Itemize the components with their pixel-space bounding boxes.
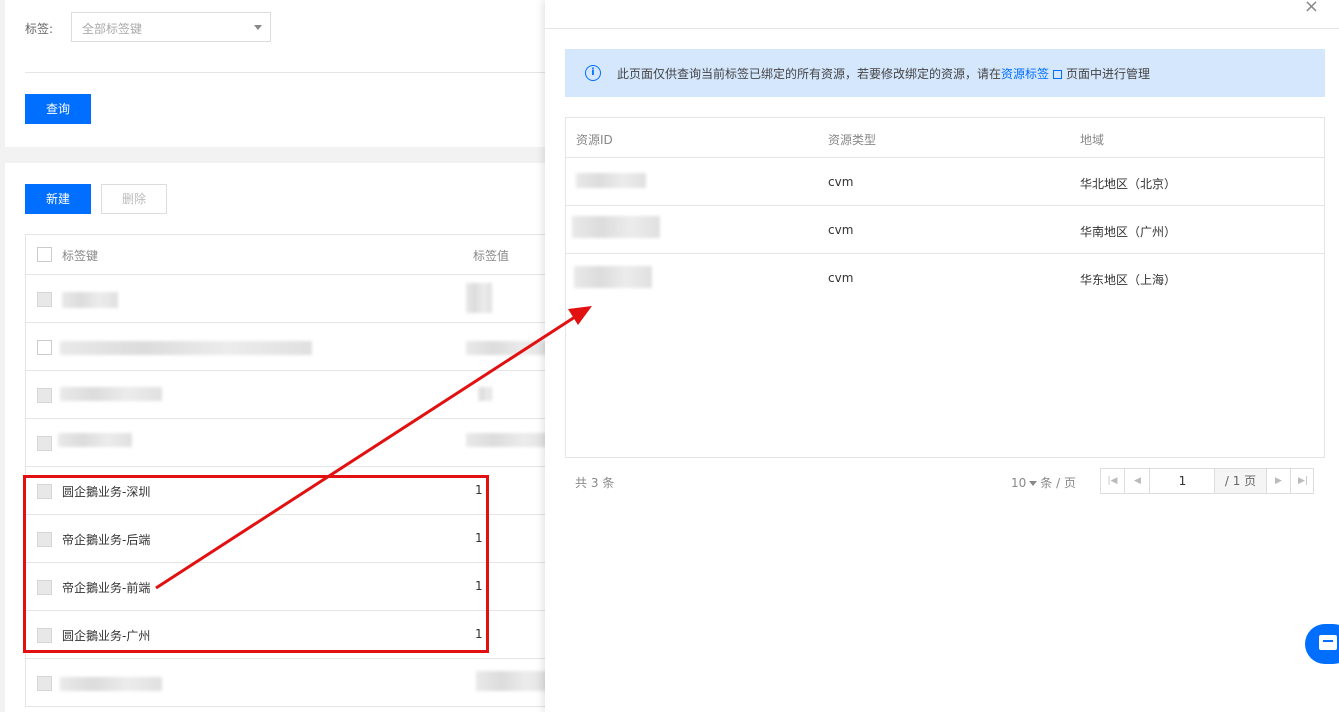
- arrow-head: [568, 306, 592, 325]
- annotation-arrow: [155, 306, 592, 590]
- arrow-line: [155, 313, 579, 590]
